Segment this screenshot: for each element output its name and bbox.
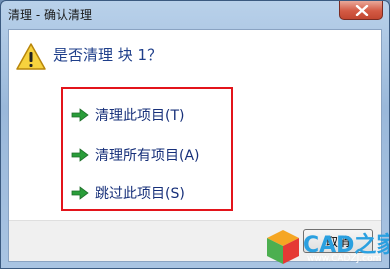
option-label: 清理此项目(T) [95,108,185,124]
option-label: 清理所有项目(A) [95,148,200,164]
green-arrow-icon [71,148,89,162]
option-label: 跳过此项目(S) [95,186,185,202]
title-bar[interactable]: 清理 - 确认清理 [1,1,389,28]
green-arrow-icon [71,108,89,122]
watermark-url: www.CADZJ.com [307,254,382,264]
option-skip-this-item[interactable]: 跳过此项目(S) [71,177,361,209]
close-icon [355,5,369,16]
options-highlight-box: 清理此项目(T) 清理所有项目(A) 跳过此项目(S) [61,87,233,211]
green-arrow-icon [71,186,89,200]
option-purge-this-item[interactable]: 清理此项目(T) [71,99,361,131]
option-purge-all-items[interactable]: 清理所有项目(A) [71,139,361,171]
warning-triangle-icon [16,43,46,70]
confirm-question: 是否清理 块 1？ [53,46,163,64]
cube-logo-icon [267,230,299,264]
close-button[interactable] [339,1,383,20]
watermark: CAD之家 www.CADZJ.com [263,227,389,268]
window-title: 清理 - 确认清理 [8,8,92,22]
dialog-window: 清理 - 确认清理 是否清理 块 1？ 清理此项目(T) 清理所有项目(A) 跳… [0,0,390,269]
